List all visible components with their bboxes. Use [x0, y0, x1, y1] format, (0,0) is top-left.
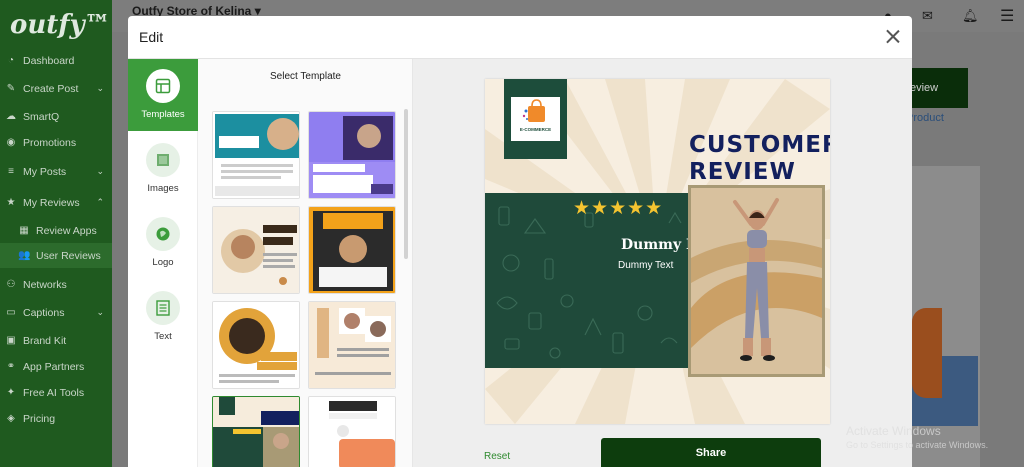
brand-logo: outfy™ — [10, 10, 111, 40]
review-text[interactable]: Dummy Text — [618, 260, 673, 271]
mail-icon[interactable]: ✉ — [922, 8, 933, 24]
logo-icon — [146, 217, 180, 251]
pencil-icon: ✎ — [6, 82, 16, 94]
watermark-line-1: Activate Windows — [846, 424, 941, 438]
sidebar-item-create-post[interactable]: ✎ Create Post ⌄ — [0, 76, 112, 101]
template-icon — [146, 69, 180, 103]
sidebar-item-user-reviews[interactable]: 👥 User Reviews — [0, 243, 112, 268]
bulb-icon: ✦ — [6, 386, 16, 398]
close-button[interactable] — [882, 26, 904, 48]
briefcase-icon: ▣ — [6, 334, 16, 346]
customer-photo[interactable] — [691, 188, 822, 374]
image-icon — [146, 143, 180, 177]
reset-link[interactable]: Reset — [484, 451, 510, 462]
logo-text: E-COMMERCE — [519, 127, 552, 132]
tool-templates[interactable]: Templates — [128, 59, 198, 131]
preview-area: E-COMMERCE CUSTOMER REVIEW ★★★★★ Dummy N… — [413, 59, 912, 467]
sidebar-item-label: Promotions — [23, 136, 77, 149]
sidebar-item-label: Create Post — [23, 82, 79, 95]
template-panel-heading: Select Template — [270, 71, 341, 82]
sidebar-item-my-reviews[interactable]: ★ My Reviews ⌃ — [0, 190, 112, 215]
template-thumb-4[interactable] — [308, 206, 396, 294]
caption-icon: ▭ — [6, 306, 16, 318]
tool-label: Images — [147, 183, 179, 194]
canvas-title-line-2[interactable]: REVIEW — [689, 159, 796, 185]
shopping-bag-icon — [522, 99, 545, 122]
modal-title: Edit — [139, 29, 164, 45]
template-thumb-7-selected[interactable] — [212, 396, 300, 467]
watermark-line-2: Go to Settings to activate Windows. — [846, 440, 989, 450]
tag-icon: ◈ — [7, 412, 15, 424]
template-thumb-5[interactable] — [212, 301, 300, 389]
sidebar-item-pricing[interactable]: ◈ Pricing — [0, 406, 112, 431]
template-thumb-8[interactable] — [308, 396, 396, 467]
chevron-down-icon: ⌄ — [96, 83, 104, 93]
tool-label: Logo — [152, 257, 174, 268]
edit-modal: Edit Templates Images Logo Text Select T… — [128, 16, 912, 467]
template-thumb-1[interactable] — [212, 111, 300, 199]
sidebar-item-captions[interactable]: ▭ Captions ⌄ — [0, 300, 112, 325]
template-thumb-6[interactable] — [308, 301, 396, 389]
sidebar-item-brand-kit[interactable]: ▣ Brand Kit — [0, 328, 112, 353]
sidebar-item-smartq[interactable]: ☁ SmartQ — [0, 104, 112, 129]
ecommerce-logo: E-COMMERCE — [511, 97, 560, 141]
sidebar-item-label: My Reviews — [23, 196, 80, 209]
handshake-icon: ⚭ — [6, 360, 16, 372]
brand-logo-box[interactable]: E-COMMERCE — [504, 79, 567, 159]
tool-label: Templates — [141, 109, 185, 120]
chevron-down-icon: ⌄ — [96, 166, 104, 176]
grid-icon: ▦ — [19, 224, 29, 236]
sidebar-item-my-posts[interactable]: ≡ My Posts ⌄ — [0, 159, 112, 184]
design-canvas[interactable]: E-COMMERCE CUSTOMER REVIEW ★★★★★ Dummy N… — [485, 79, 830, 424]
share-button[interactable]: Share — [601, 438, 821, 467]
sidebar-item-label: Networks — [23, 278, 67, 291]
network-icon: ⚇ — [6, 278, 16, 290]
modal-header: Edit — [128, 16, 912, 59]
tool-images[interactable]: Images — [128, 133, 198, 205]
sidebar-item-label: My Posts — [23, 165, 67, 178]
cloud-icon: ☁ — [6, 110, 16, 122]
text-icon — [146, 291, 180, 325]
sidebar-item-label: App Partners — [23, 360, 85, 373]
tool-rail: Templates Images Logo Text — [128, 59, 198, 467]
tool-logo[interactable]: Logo — [128, 207, 198, 279]
sidebar-item-label: User Reviews — [36, 249, 101, 262]
sidebar-item-label: SmartQ — [23, 110, 60, 123]
sidebar-item-label: Brand Kit — [23, 334, 67, 347]
users-icon: 👥 — [18, 249, 31, 261]
woman-figure-illustration — [691, 188, 822, 374]
sidebar-item-label: Dashboard — [23, 54, 75, 67]
rating-stars[interactable]: ★★★★★ — [573, 197, 663, 220]
tool-text[interactable]: Text — [128, 281, 198, 353]
template-panel: Select Template — [198, 59, 413, 467]
bg-card-orange — [912, 308, 942, 398]
sidebar-item-free-ai-tools[interactable]: ✦ Free AI Tools — [0, 380, 112, 405]
bell-icon[interactable]: 🔔︎ — [962, 8, 979, 24]
sidebar: outfy™ ◔ Dashboard ✎ Create Post ⌄ ☁ Sma… — [0, 0, 112, 467]
list-icon: ≡ — [8, 165, 14, 177]
dashboard-icon: ◔ — [7, 54, 15, 66]
sidebar-item-label: Free AI Tools — [23, 386, 85, 399]
chevron-up-icon: ⌃ — [96, 197, 104, 207]
sidebar-item-label: Review Apps — [36, 224, 97, 237]
windows-activation-watermark: Activate Windows Go to Settings to activ… — [846, 424, 988, 452]
sidebar-item-promotions[interactable]: ◉ Promotions — [0, 130, 112, 155]
tool-label: Text — [154, 331, 172, 342]
sidebar-item-networks[interactable]: ⚇ Networks — [0, 272, 112, 297]
menu-icon[interactable]: ☰ — [1000, 6, 1014, 26]
megaphone-icon: ◉ — [6, 136, 16, 148]
template-thumb-2[interactable] — [308, 111, 396, 199]
sidebar-item-dashboard[interactable]: ◔ Dashboard — [0, 48, 112, 73]
canvas-title-line-1[interactable]: CUSTOMER — [689, 132, 830, 158]
template-thumb-3[interactable] — [212, 206, 300, 294]
template-scrollbar[interactable] — [404, 109, 408, 259]
sidebar-item-label: Pricing — [23, 412, 56, 425]
sidebar-item-app-partners[interactable]: ⚭ App Partners — [0, 354, 112, 379]
sidebar-item-label: Captions — [23, 306, 65, 319]
star-icon: ★ — [6, 196, 16, 208]
sidebar-item-review-apps[interactable]: ▦ Review Apps — [0, 218, 112, 243]
chevron-down-icon: ⌄ — [96, 307, 104, 317]
